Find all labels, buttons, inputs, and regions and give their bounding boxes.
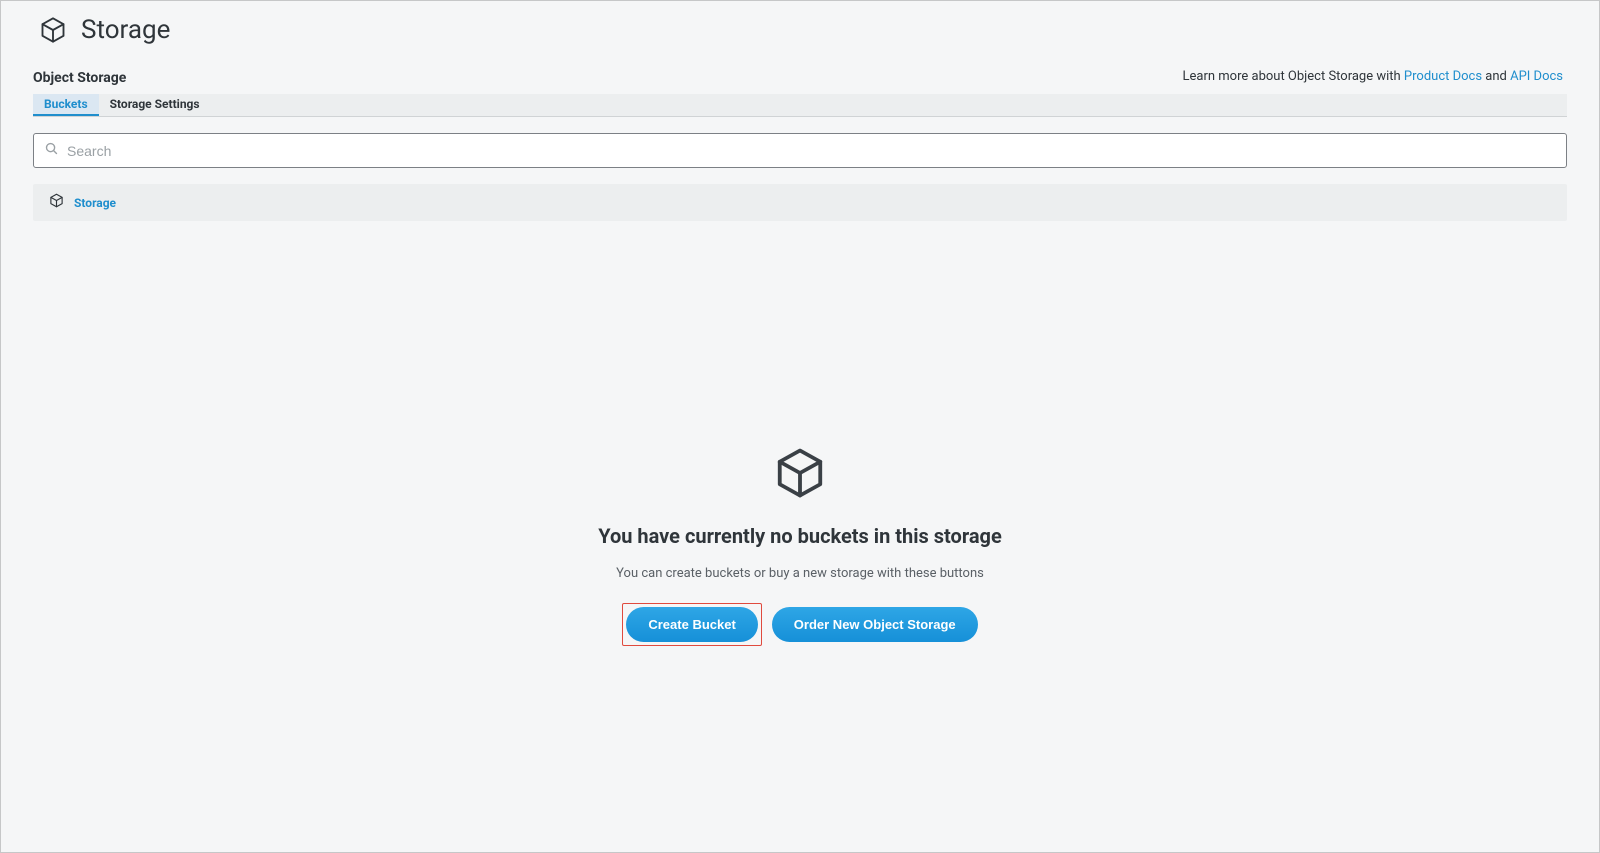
storage-icon [773, 446, 827, 504]
page-title: Storage [81, 15, 170, 45]
empty-hint: You can create buckets or buy a new stor… [616, 566, 984, 581]
search-icon [44, 141, 59, 160]
learn-more-text: Learn more about Object Storage with Pro… [1183, 69, 1568, 86]
tabs-bar: Buckets Storage Settings [33, 94, 1567, 117]
subheader-row: Object Storage Learn more about Object S… [1, 55, 1599, 86]
search-wrap [33, 133, 1567, 168]
highlight-annotation: Create Bucket [622, 603, 761, 646]
tab-storage-settings[interactable]: Storage Settings [99, 94, 211, 116]
empty-actions: Create Bucket Order New Object Storage [622, 603, 977, 646]
product-docs-link[interactable]: Product Docs [1404, 69, 1482, 84]
section-title: Object Storage [33, 70, 126, 86]
search-box[interactable] [33, 133, 1567, 168]
search-input[interactable] [67, 143, 1556, 159]
breadcrumb-root-link[interactable]: Storage [74, 196, 116, 210]
storage-icon [49, 193, 64, 212]
api-docs-link[interactable]: API Docs [1510, 69, 1563, 84]
learn-more-and: and [1482, 69, 1510, 84]
order-storage-button[interactable]: Order New Object Storage [772, 607, 978, 642]
learn-more-prefix: Learn more about Object Storage with [1183, 69, 1404, 84]
page-header: Storage [1, 1, 1599, 55]
empty-heading: You have currently no buckets in this st… [598, 524, 1002, 548]
breadcrumb-bar: Storage [33, 184, 1567, 221]
create-bucket-button[interactable]: Create Bucket [626, 607, 757, 642]
storage-icon [39, 16, 67, 44]
tab-buckets[interactable]: Buckets [33, 94, 99, 116]
empty-state: You have currently no buckets in this st… [1, 221, 1599, 852]
